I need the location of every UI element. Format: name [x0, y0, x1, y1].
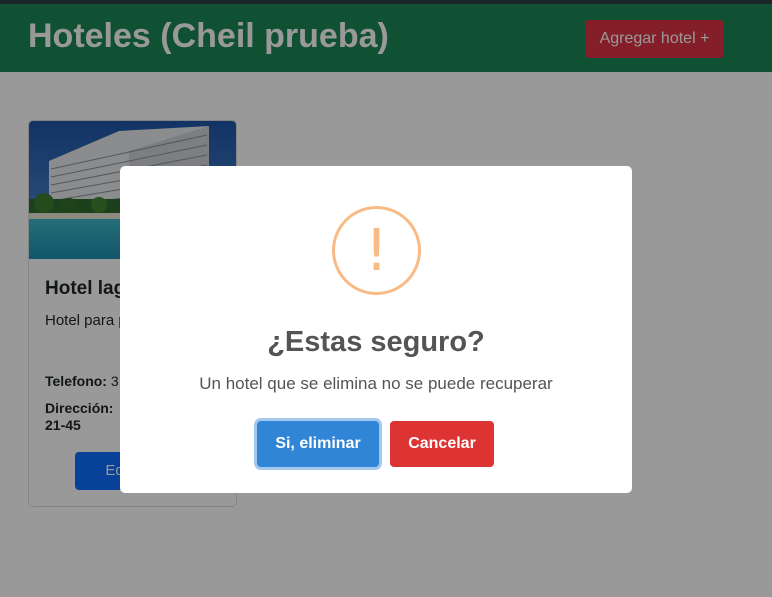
warning-icon: !	[332, 206, 421, 295]
cancel-button[interactable]: Cancelar	[390, 421, 494, 467]
dialog-message: Un hotel que se elimina no se puede recu…	[199, 374, 553, 393]
confirm-delete-dialog: ! ¿Estas seguro? Un hotel que se elimina…	[120, 166, 632, 493]
confirm-delete-button[interactable]: Si, eliminar	[257, 421, 379, 467]
dialog-title: ¿Estas seguro?	[267, 326, 485, 358]
